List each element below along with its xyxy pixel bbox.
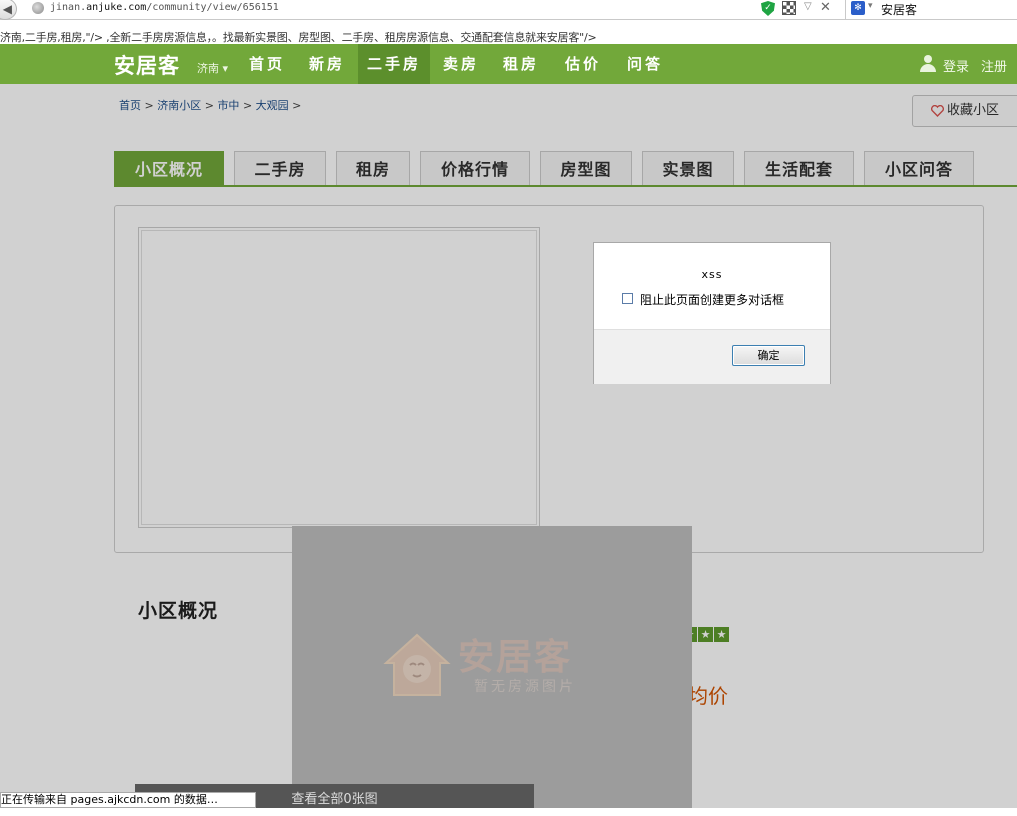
close-icon[interactable]: ✕	[820, 0, 831, 15]
site-logo[interactable]: 安居客	[114, 50, 180, 80]
nav-item-home[interactable]: 首页	[240, 44, 294, 84]
leaked-meta-text: 济南,二手房,租房,"/> ,全新二手房房源信息，。找最新实景图、房型图、二手房…	[0, 31, 597, 44]
dialog-message: xss	[701, 268, 723, 281]
nav-item-sell[interactable]: 卖房	[434, 44, 488, 84]
nav-item-second-hand[interactable]: 二手房	[358, 44, 430, 84]
url-domain: anjuke.com	[86, 2, 147, 13]
alert-dialog: xss 阻止此页面创建更多对话框 确定	[593, 242, 831, 384]
suppress-dialogs-checkbox[interactable]	[622, 293, 633, 304]
placeholder-brand: 安居客	[458, 637, 573, 678]
placeholder-logo: 安居客 暂无房源图片	[382, 626, 612, 706]
city-label: 济南	[197, 62, 219, 75]
dropdown-arrow-icon[interactable]: ▽	[804, 1, 812, 12]
qr-code-icon[interactable]	[782, 1, 796, 15]
browser-status-bar: 正在传输来自 pages.ajkcdn.com 的数据…	[0, 792, 256, 808]
nav-item-valuation[interactable]: 估价	[556, 44, 610, 84]
suppress-dialogs-label[interactable]: 阻止此页面创建更多对话框	[640, 291, 784, 308]
nav-item-new-homes[interactable]: 新房	[300, 44, 354, 84]
user-icon	[920, 55, 936, 73]
nav-item-rent[interactable]: 租房	[494, 44, 548, 84]
register-link[interactable]: 注册	[981, 56, 1007, 75]
house-logo-icon	[383, 633, 451, 696]
address-bar[interactable]: jinan.anjuke.com/community/view/656151	[50, 2, 279, 13]
no-photo-placeholder: 安居客 暂无房源图片	[292, 526, 692, 808]
main-nav: 安居客 济南 ▾ 首页 新房 二手房 卖房 租房 估价 问答 登录 注册	[0, 44, 1017, 84]
search-engine-box[interactable]: ✻ ▾ 安居客	[845, 0, 1017, 19]
search-input[interactable]: 安居客	[881, 1, 917, 18]
login-link[interactable]: 登录	[943, 56, 969, 75]
dialog-footer: 确定	[594, 329, 830, 384]
browser-toolbar: ◀ jinan.anjuke.com/community/view/656151…	[0, 0, 1017, 20]
url-prefix: jinan.	[50, 2, 87, 13]
ok-button[interactable]: 确定	[732, 345, 805, 366]
city-selector[interactable]: 济南 ▾	[197, 60, 228, 76]
search-dropdown-icon[interactable]: ▾	[868, 1, 873, 11]
nav-item-qa[interactable]: 问答	[618, 44, 672, 84]
placeholder-subtitle: 暂无房源图片	[474, 679, 576, 695]
paw-icon: ✻	[851, 1, 865, 15]
back-arrow-icon[interactable]: ◀	[0, 0, 17, 20]
chevron-down-icon: ▾	[222, 62, 229, 75]
globe-icon	[32, 2, 44, 14]
shield-icon[interactable]: ✓	[761, 1, 775, 16]
url-path: /community/view/656151	[146, 2, 279, 13]
